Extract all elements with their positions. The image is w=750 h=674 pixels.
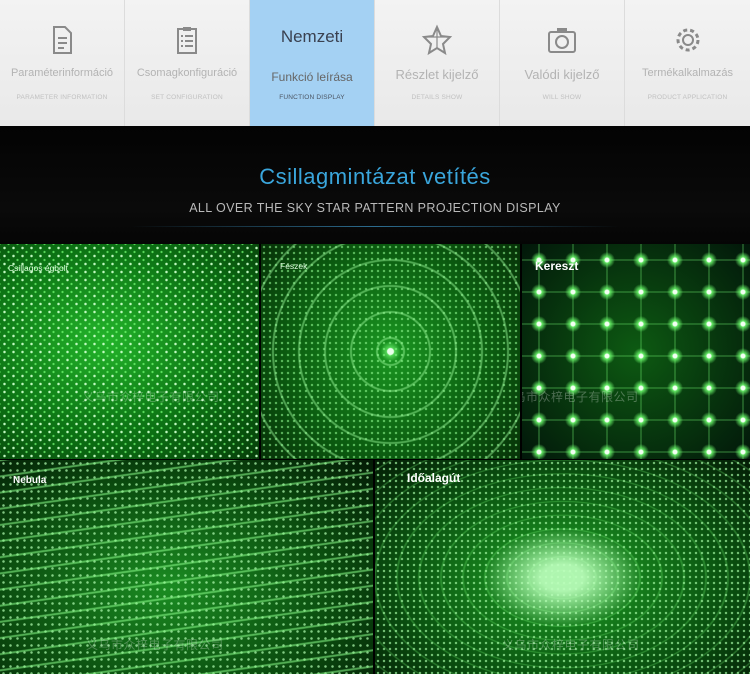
- tab-label: Paraméterinformáció: [10, 67, 114, 79]
- pattern-time-tunnel-image: Időalagút 义乌市众梓电子有限公司: [375, 460, 750, 674]
- gear-icon: [625, 24, 750, 58]
- watermark: 义乌市众梓电子有限公司: [86, 638, 224, 652]
- tab-sublabel: WILL SHOW: [542, 94, 582, 101]
- tab-sublabel: DETAILS SHOW: [411, 94, 463, 101]
- tab-function-display[interactable]: Nemzeti Funkció leírása FUNCTION DISPLAY: [250, 0, 375, 126]
- tab-sublabel: FUNCTION DISPLAY: [279, 94, 345, 101]
- pattern-label: Nebula: [13, 475, 47, 486]
- tab-parameter-information[interactable]: Paraméterinformáció PARAMETER INFORMATIO…: [0, 0, 125, 126]
- pattern-nest-image: Fészek: [261, 244, 520, 459]
- tab-set-configuration[interactable]: Csomagkonfiguráció SET CONFIGURATION: [125, 0, 250, 126]
- tab-label: Funkció leírása: [271, 70, 353, 84]
- tab-main-label: Nemzeti: [280, 27, 344, 46]
- document-icon: [0, 24, 124, 58]
- tab-sublabel: PARAMETER INFORMATION: [16, 94, 108, 101]
- section-subtitle: ALL OVER THE SKY STAR PATTERN PROJECTION…: [189, 201, 561, 215]
- divider: [130, 226, 620, 227]
- tab-details-show[interactable]: Részlet kijelző DETAILS SHOW: [375, 0, 500, 126]
- pattern-label: Fészek: [280, 261, 308, 271]
- tab-label: Valódi kijelző: [524, 67, 600, 82]
- tab-label: Csomagkonfiguráció: [136, 67, 238, 79]
- pattern-cross-image: Kereszt 义乌市众梓电子有限公司: [522, 244, 750, 459]
- camera-icon: [500, 24, 624, 58]
- pattern-label: Időalagút: [407, 471, 461, 485]
- tab-label: Részlet kijelző: [395, 67, 479, 82]
- tab-sublabel: SET CONFIGURATION: [151, 94, 223, 101]
- section-title: Csillagmintázat vetítés: [259, 164, 491, 189]
- clipboard-list-icon: [125, 24, 249, 58]
- pattern-label: Kereszt: [535, 259, 579, 273]
- watermark: 义乌市众梓电子有限公司: [522, 390, 639, 404]
- watermark: 义乌市众梓电子有限公司: [82, 390, 220, 404]
- pattern-nebula-image: Nebula 义乌市众梓电子有限公司: [0, 460, 373, 674]
- tab-will-show[interactable]: Valódi kijelző WILL SHOW: [500, 0, 625, 126]
- section-header: Csillagmintázat vetítés ALL OVER THE SKY…: [0, 126, 750, 244]
- tab-product-application[interactable]: Termékalkalmazás PRODUCT APPLICATION: [625, 0, 750, 126]
- tab-sublabel: PRODUCT APPLICATION: [647, 94, 728, 101]
- watermark: 义乌市众梓电子有限公司: [502, 638, 640, 652]
- pattern-label: Csillagos égbolt: [8, 263, 69, 273]
- star-outline-icon: [375, 24, 499, 58]
- tab-label: Termékalkalmazás: [641, 67, 734, 79]
- tab-navigation: Paraméterinformáció PARAMETER INFORMATIO…: [0, 0, 750, 126]
- pattern-starry-sky-image: Csillagos égbolt 义乌市众梓电子有限公司: [0, 244, 259, 459]
